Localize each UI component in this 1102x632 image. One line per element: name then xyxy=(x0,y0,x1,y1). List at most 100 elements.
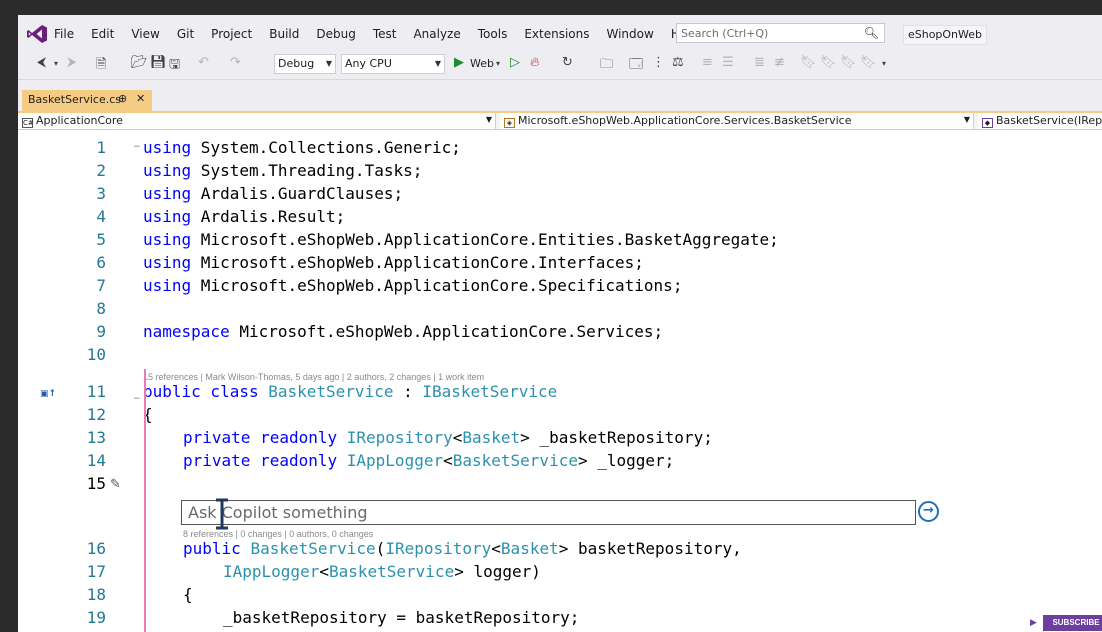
back-dropdown-icon[interactable]: ▾ xyxy=(54,59,58,77)
menu-test[interactable]: Test xyxy=(373,27,397,41)
code-line[interactable]: namespace Microsoft.eShopWeb.Application… xyxy=(143,322,663,341)
chevron-down-icon: ▼ xyxy=(325,59,332,68)
member-dropdown[interactable]: ◆BasketService(IRepository xyxy=(978,113,1102,129)
code-token: < xyxy=(319,562,329,581)
restart-icon[interactable]: ↻ xyxy=(562,55,573,73)
next-bookmark-icon[interactable]: 🔖︎ xyxy=(840,55,857,73)
line-number: 10 xyxy=(86,345,106,364)
start-debugging-icon[interactable]: ▶ xyxy=(454,55,464,73)
code-type: IAppLogger xyxy=(346,451,444,470)
indent-icon[interactable]: ≡ xyxy=(702,55,713,73)
close-icon[interactable]: ✕ xyxy=(136,92,145,105)
run-target-dropdown-icon[interactable]: ▾ xyxy=(496,59,500,77)
type-dropdown[interactable]: ◈ Microsoft.eShopWeb.ApplicationCore.Serv… xyxy=(500,113,974,129)
solution-configuration-dropdown[interactable]: Debug ▼ xyxy=(274,54,336,74)
code-token: > _basketRepository; xyxy=(520,428,713,447)
search-box[interactable]: Search (Ctrl+Q) 🔍︎ xyxy=(676,23,885,43)
copilot-pencil-icon[interactable]: ✎ xyxy=(110,477,121,492)
redo-icon[interactable]: ↷ xyxy=(230,55,241,73)
code-line[interactable]: using Ardalis.GuardClauses; xyxy=(143,184,403,203)
start-without-debugging-icon[interactable]: ▷ xyxy=(510,55,520,73)
method-icon: ◆ xyxy=(982,118,993,128)
code-line[interactable]: using Microsoft.eShopWeb.ApplicationCore… xyxy=(143,230,779,249)
run-target-label[interactable]: Web xyxy=(470,57,494,75)
outdent-icon[interactable]: ☰ xyxy=(722,55,734,73)
menu-file[interactable]: File xyxy=(54,27,74,41)
menu-project[interactable]: Project xyxy=(211,27,252,41)
codelens-margin-icon[interactable]: ▣↑ xyxy=(40,389,56,399)
save-all-icon[interactable]: 🖫 xyxy=(169,55,180,73)
open-file-icon[interactable]: 📂︎ xyxy=(131,55,148,73)
project-name: ApplicationCore xyxy=(36,114,123,127)
subscribe-button[interactable]: SUBSCRIBE xyxy=(1043,615,1102,631)
menu-build[interactable]: Build xyxy=(269,27,299,41)
code-token: : xyxy=(393,382,423,401)
code-line[interactable]: _basketRepository = basketRepository; xyxy=(223,608,579,627)
pin-icon[interactable]: ⊕ xyxy=(118,92,127,105)
filter-icon[interactable]: ⋮ xyxy=(652,55,665,73)
menu-git[interactable]: Git xyxy=(177,27,194,41)
code-type: IAppLogger xyxy=(223,562,320,581)
code-line[interactable]: private readonly IRepository<Basket> _ba… xyxy=(183,428,713,447)
menu-view[interactable]: View xyxy=(131,27,159,41)
code-line[interactable]: public class BasketService : IBasketServ… xyxy=(143,382,557,401)
window-layout-icon[interactable]: 🗔 xyxy=(629,55,643,73)
code-line[interactable]: private readonly IAppLogger<BasketServic… xyxy=(183,451,674,470)
chevron-down-icon: ▼ xyxy=(963,115,970,124)
navigate-back-icon[interactable]: ⮜ xyxy=(37,55,46,73)
search-icon[interactable]: 🔍︎ xyxy=(864,26,879,40)
code-line[interactable]: using System.Collections.Generic; xyxy=(143,138,461,157)
menu-edit[interactable]: Edit xyxy=(91,27,114,41)
code-line[interactable]: using Microsoft.eShopWeb.ApplicationCore… xyxy=(143,253,644,272)
line-number: 1 xyxy=(96,138,106,157)
tab-basketservice[interactable]: BasketService.cs ⊕ ✕ xyxy=(22,90,152,111)
clear-bookmarks-icon[interactable]: 🔖︎ xyxy=(860,55,877,73)
code-line[interactable]: using Ardalis.Result; xyxy=(143,207,345,226)
browse-icon[interactable]: 🗀 xyxy=(600,55,613,73)
previous-bookmark-icon[interactable]: 🔖︎ xyxy=(820,55,837,73)
code-token: Ardalis.GuardClauses; xyxy=(191,184,404,203)
bookmark-icon[interactable]: 🔖︎ xyxy=(800,55,817,73)
collapse-outline-icon[interactable]: − xyxy=(133,394,141,404)
chevron-down-icon: ▼ xyxy=(434,59,441,68)
new-project-icon[interactable]: 🗎 xyxy=(96,55,106,73)
comment-icon[interactable]: ≣ xyxy=(754,55,765,73)
hot-reload-icon[interactable]: 🔥︎ xyxy=(530,55,540,73)
code-token: > logger) xyxy=(454,562,541,581)
code-line[interactable]: using System.Threading.Tasks; xyxy=(143,161,422,180)
undo-icon[interactable]: ↶ xyxy=(198,55,209,73)
copilot-prompt-input[interactable] xyxy=(188,503,888,522)
code-line[interactable]: { xyxy=(183,585,193,604)
line-number: 17 xyxy=(86,562,106,581)
project-dropdown[interactable]: C# ApplicationCore ▼ xyxy=(18,113,496,129)
send-prompt-button[interactable]: → xyxy=(918,501,939,522)
code-token: { xyxy=(183,585,193,604)
diff-icon[interactable]: ⚖ xyxy=(672,55,684,73)
navigate-forward-icon[interactable]: ⮞ xyxy=(67,55,76,73)
collapse-outline-icon[interactable]: − xyxy=(133,142,141,152)
menu-debug[interactable]: Debug xyxy=(316,27,355,41)
code-token: < xyxy=(452,428,463,447)
menu-window[interactable]: Window xyxy=(607,27,654,41)
visual-studio-logo[interactable] xyxy=(26,23,48,45)
solution-platform-dropdown[interactable]: Any CPU ▼ xyxy=(341,54,445,74)
toolbar-overflow-icon[interactable]: ▾ xyxy=(882,59,886,77)
copilot-inline-chat[interactable] xyxy=(181,500,916,525)
code-line[interactable]: public BasketService(IRepository<Basket>… xyxy=(183,539,742,558)
code-line[interactable]: IAppLogger<BasketService> logger) xyxy=(223,562,541,581)
menu-tools[interactable]: Tools xyxy=(478,27,508,41)
menu-extensions[interactable]: Extensions xyxy=(524,27,589,41)
save-icon[interactable]: 💾︎ xyxy=(150,55,167,73)
menu-analyze[interactable]: Analyze xyxy=(413,27,460,41)
uncomment-icon[interactable]: ≢ xyxy=(774,55,785,73)
solution-name-badge[interactable]: eShopOnWeb xyxy=(903,25,987,45)
code-line[interactable]: using Microsoft.eShopWeb.ApplicationCore… xyxy=(143,276,682,295)
codelens-constructor[interactable]: 8 references | 0 changes | 0 authors, 0 … xyxy=(183,529,373,539)
code-type: BasketService xyxy=(250,539,376,558)
code-editor[interactable]: 1234567891011121314151617181920 using Sy… xyxy=(18,130,1102,632)
codelens-class[interactable]: 15 references | Mark Wilson-Thomas, 5 da… xyxy=(143,372,484,382)
code-keyword: private readonly xyxy=(183,451,338,470)
